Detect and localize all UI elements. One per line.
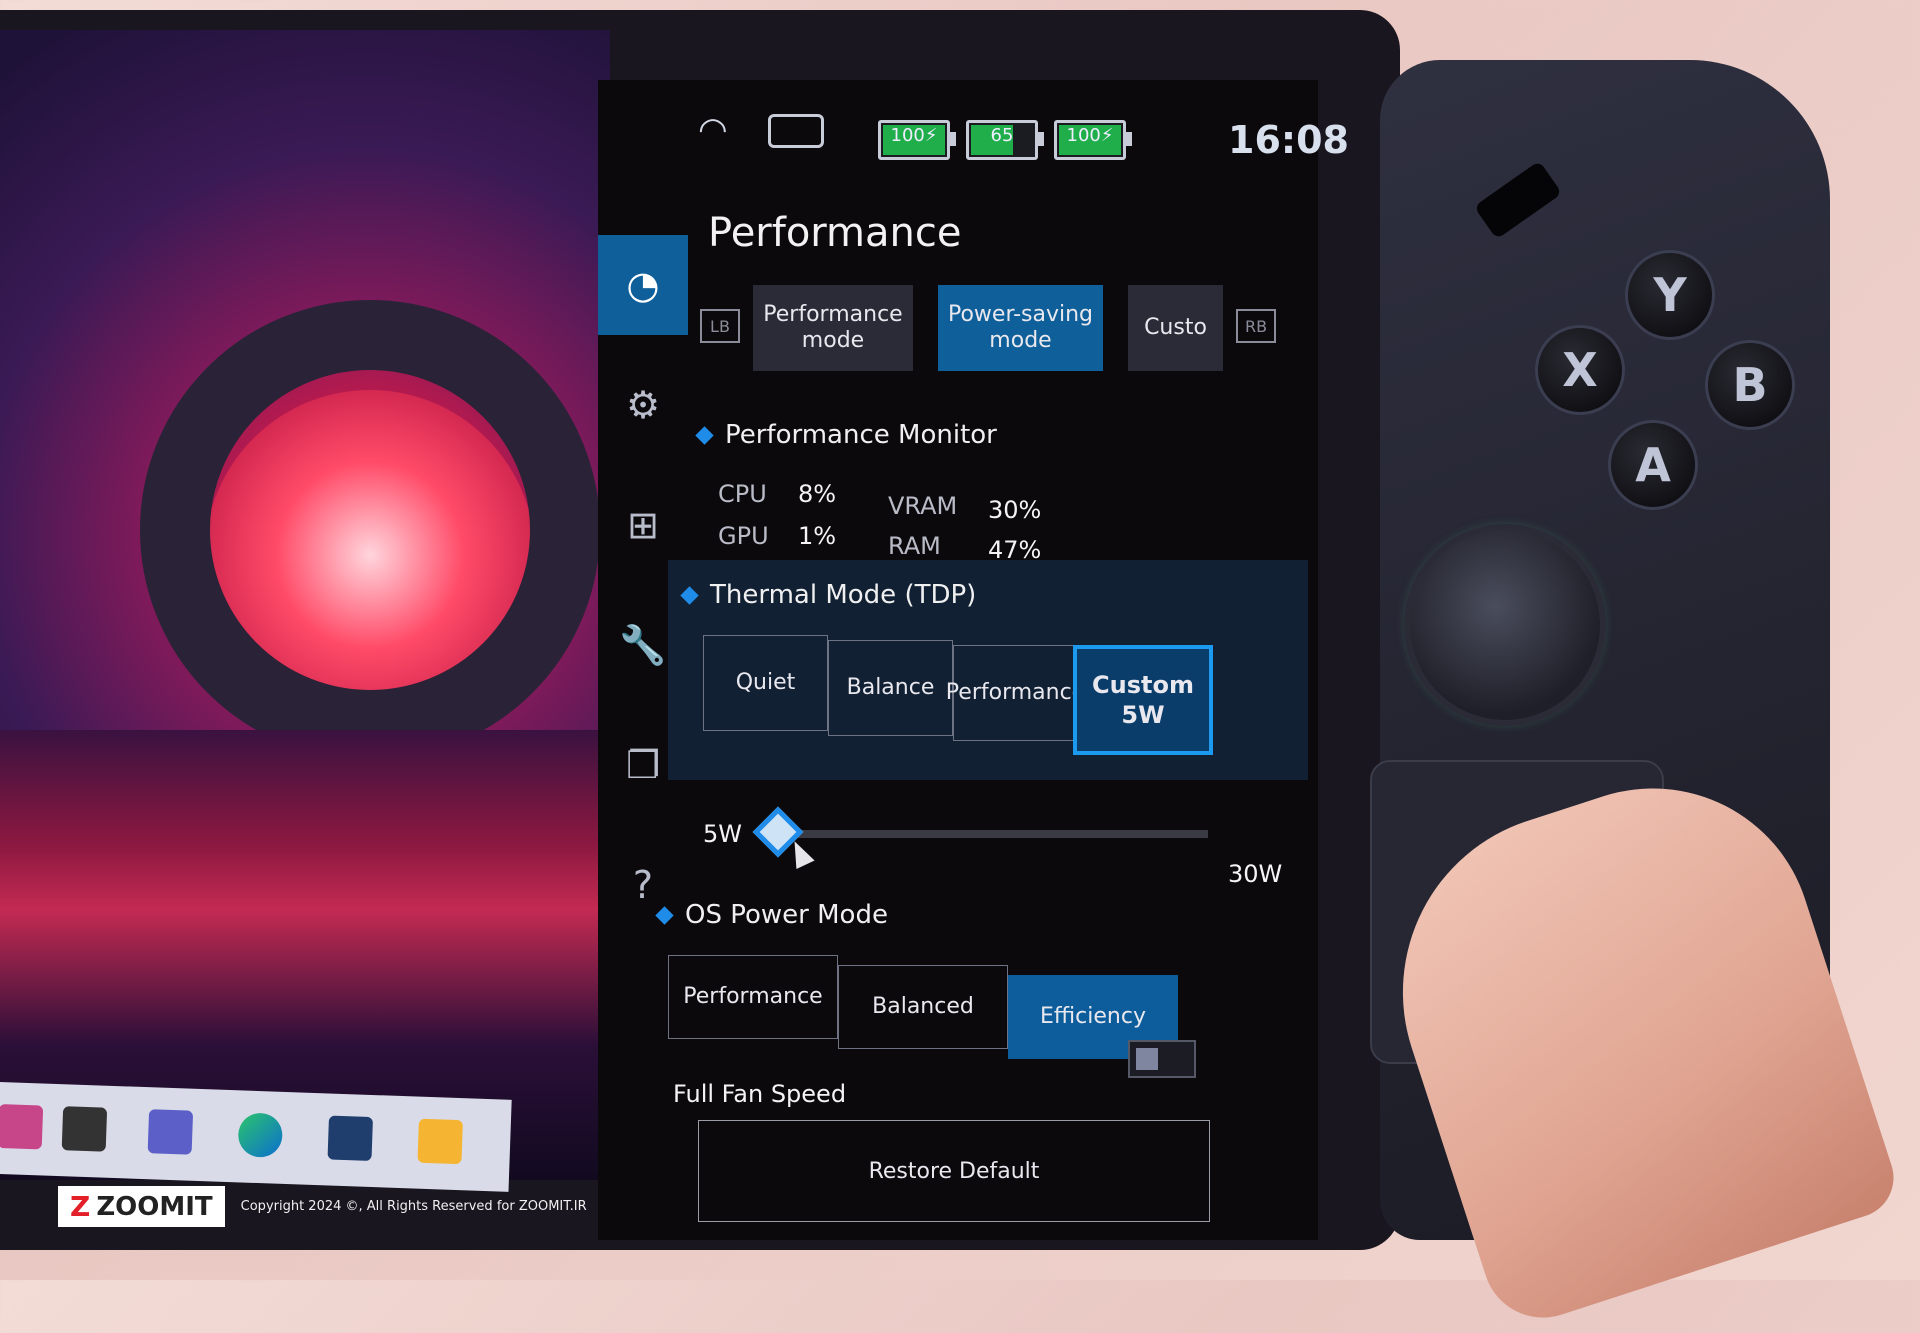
- desktop-wallpaper: [0, 30, 610, 1180]
- nav-settings[interactable]: ⚙: [598, 355, 688, 455]
- metric-label: CPU: [718, 480, 767, 508]
- os-option-performance[interactable]: Performance: [668, 955, 838, 1039]
- os-power-mode-heading: OS Power Mode: [655, 900, 888, 930]
- wallpaper-ring-logo: [140, 300, 600, 760]
- battery-left-controller: 100⚡: [878, 120, 956, 160]
- speedometer-icon: ◔: [626, 263, 660, 307]
- mode-tabs: LB Performance mode Power-saving mode Cu…: [700, 285, 1308, 385]
- gamepad-icon: ⊞: [627, 503, 659, 547]
- store-icon[interactable]: [327, 1115, 374, 1162]
- metric-label: GPU: [718, 522, 769, 550]
- thermal-option-balance[interactable]: Balance: [828, 640, 953, 736]
- tdp-slider-track[interactable]: [778, 830, 1208, 838]
- b-button[interactable]: B: [1705, 340, 1795, 430]
- copyright-text: Copyright 2024 ©, All Rights Reserved fo…: [240, 1199, 587, 1214]
- slider-min-label: 5W: [703, 820, 742, 848]
- page-title: Performance: [708, 210, 962, 256]
- thermal-option-custom[interactable]: Custom 5W: [1073, 645, 1213, 755]
- tab-performance-mode[interactable]: Performance mode: [753, 285, 913, 371]
- a-button[interactable]: A: [1608, 420, 1698, 510]
- thermal-option-performance[interactable]: Performance: [946, 645, 1085, 741]
- thermal-option-quiet[interactable]: Quiet: [703, 635, 828, 731]
- y-button[interactable]: Y: [1625, 250, 1715, 340]
- metric-label: RAM: [888, 532, 941, 560]
- display-icon: ❐: [625, 743, 661, 787]
- battery-device: 65: [966, 120, 1044, 160]
- tab-power-saving-mode[interactable]: Power-saving mode: [938, 285, 1103, 371]
- zoomit-logo: Z ZOOMIT: [58, 1186, 225, 1227]
- file-explorer-icon[interactable]: [417, 1118, 463, 1165]
- right-thumbstick[interactable]: [1410, 530, 1600, 720]
- rb-bumper-hint[interactable]: RB: [1236, 309, 1276, 343]
- metric-value: 30%: [988, 496, 1042, 524]
- metric-label: VRAM: [888, 492, 958, 520]
- full-fan-speed-label: Full Fan Speed: [673, 1080, 847, 1108]
- teams-icon[interactable]: [147, 1109, 194, 1155]
- wrench-icon: 🔧: [619, 622, 667, 667]
- metric-value: 8%: [798, 480, 837, 508]
- app-icon[interactable]: [61, 1106, 108, 1152]
- gear-icon: ⚙: [625, 383, 661, 427]
- watermark: Z ZOOMIT Copyright 2024 ©, All Rights Re…: [58, 1186, 587, 1227]
- performance-overlay-panel: ◠ 100⚡ 65 100⚡ 16:08 ◔ ⚙ ⊞ 🔧 ❐ ? Perform…: [598, 80, 1349, 1240]
- toggle-knob: [1136, 1048, 1158, 1070]
- x-button[interactable]: X: [1535, 325, 1625, 415]
- help-icon: ?: [632, 863, 654, 907]
- nav-performance[interactable]: ◔: [598, 235, 688, 335]
- clock: 16:08: [1228, 118, 1349, 162]
- metric-value: 1%: [798, 522, 837, 550]
- diamond-bullet-icon: [680, 585, 699, 605]
- edge-icon[interactable]: [237, 1112, 284, 1158]
- app-icon[interactable]: [0, 1103, 44, 1150]
- os-option-balanced[interactable]: Balanced: [838, 965, 1008, 1049]
- tab-custom[interactable]: Custo: [1128, 285, 1223, 371]
- battery-right-controller: 100⚡: [1054, 120, 1132, 160]
- diamond-bullet-icon: [695, 425, 714, 445]
- wifi-icon: ◠: [698, 110, 728, 150]
- thermal-mode-heading: Thermal Mode (TDP): [680, 580, 976, 610]
- restore-default-button[interactable]: Restore Default: [698, 1120, 1210, 1222]
- handheld-device-icon: [768, 114, 824, 148]
- windows-taskbar: [0, 1082, 512, 1192]
- full-fan-speed-toggle[interactable]: [1128, 1040, 1196, 1078]
- status-bar: ◠ 100⚡ 65 100⚡ 16:08: [698, 100, 1349, 180]
- lb-bumper-hint[interactable]: LB: [700, 309, 740, 343]
- slider-max-label: 30W: [1228, 860, 1283, 888]
- diamond-bullet-icon: [655, 905, 674, 925]
- performance-monitor-heading: Performance Monitor: [695, 420, 997, 450]
